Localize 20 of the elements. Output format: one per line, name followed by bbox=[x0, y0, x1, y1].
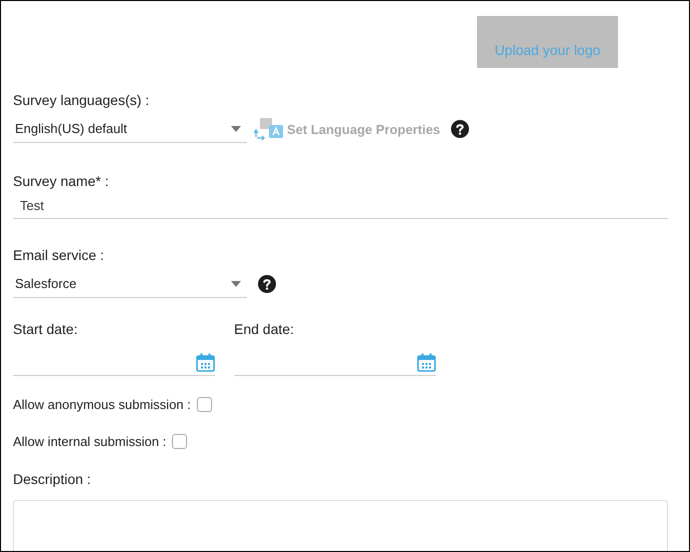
description-field[interactable] bbox=[13, 500, 668, 551]
help-icon[interactable] bbox=[258, 275, 276, 293]
caret-icon bbox=[231, 126, 241, 132]
calendar-icon[interactable] bbox=[196, 353, 215, 372]
field-label: End date: bbox=[234, 321, 295, 338]
field-label: Survey name* : bbox=[13, 173, 110, 190]
help-icon[interactable] bbox=[451, 120, 470, 138]
field-label: Email service : bbox=[13, 247, 106, 264]
language-dropdown[interactable]: English(US) default bbox=[13, 115, 247, 143]
checkbox[interactable] bbox=[172, 434, 188, 449]
checkbox-label: Allow anonymous submission : bbox=[13, 397, 191, 412]
email-service-dropdown[interactable]: Salesforce bbox=[13, 270, 247, 298]
caret-icon bbox=[231, 280, 241, 286]
checkbox-label: Allow internal submission : bbox=[13, 434, 166, 449]
field-label: Survey languages(s) : bbox=[13, 92, 150, 109]
translate-icon bbox=[254, 117, 284, 141]
calendar-icon[interactable] bbox=[417, 353, 436, 372]
checkbox[interactable] bbox=[196, 397, 212, 412]
field-label: Start date: bbox=[13, 321, 79, 338]
field-label: Description : bbox=[13, 471, 92, 488]
